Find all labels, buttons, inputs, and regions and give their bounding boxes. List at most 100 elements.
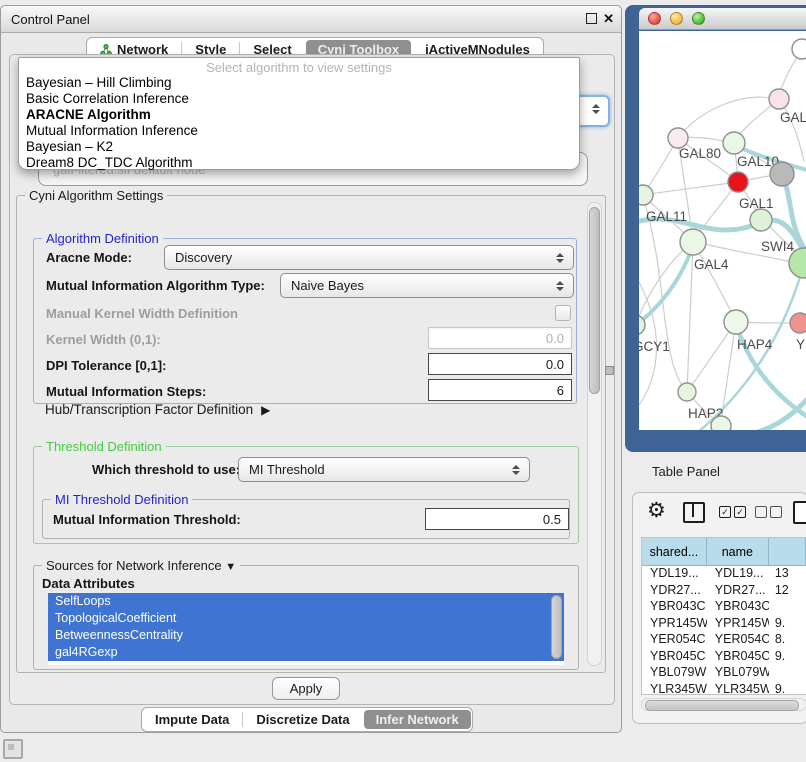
sources-title[interactable]: Sources for Network Inference ▼: [42, 558, 240, 573]
mac-close-icon[interactable]: [648, 12, 661, 25]
network-node-gal1[interactable]: [728, 172, 748, 192]
aracne-mode-combo[interactable]: Discovery: [164, 245, 574, 270]
algorithm-option[interactable]: Dream8 DC_TDC Algorithm: [19, 155, 579, 171]
mac-minimize-icon[interactable]: [670, 12, 683, 25]
table-cell: YDR27...: [707, 583, 769, 600]
algorithm-option[interactable]: ARACNE Algorithm: [19, 107, 579, 123]
network-node-gal11[interactable]: [639, 185, 653, 205]
hub-definition-toggle[interactable]: Hub/Transcription Factor Definition ▶: [45, 402, 270, 417]
new-table-icon[interactable]: [793, 501, 806, 524]
network-node-gal[interactable]: [769, 89, 789, 109]
mi-steps-field[interactable]: 6: [428, 379, 572, 401]
network-node-gal4[interactable]: [680, 229, 706, 255]
mi-threshold-field[interactable]: 0.5: [425, 508, 569, 530]
list-scrollbar-thumb[interactable]: [551, 595, 562, 659]
deselect-all-columns-icon[interactable]: [755, 506, 782, 518]
data-attribute-item[interactable]: BetweennessCentrality: [48, 627, 564, 644]
table-row[interactable]: YBL079WYBL079W: [642, 665, 806, 682]
network-canvas[interactable]: GALGAL80GAL10GAL1GAL11SWI4GAL4GCY1HAP4YH…: [639, 31, 806, 430]
apply-button-label: Apply: [290, 681, 323, 696]
table-hscrollbar-track[interactable]: [641, 698, 806, 711]
aracne-mode-value: Discovery: [175, 250, 232, 265]
table-hscrollbar-thumb[interactable]: [645, 700, 799, 711]
table-row[interactable]: YBR043CYBR043C: [642, 599, 806, 616]
mi-algorithm-type-label: Mutual Information Algorithm Type:: [46, 278, 265, 293]
table-cell: [769, 665, 806, 682]
table-row[interactable]: YDL19...YDL19...13: [642, 566, 806, 583]
manual-kernel-width-checkbox[interactable]: [555, 305, 571, 321]
which-threshold-value: MI Threshold: [249, 462, 325, 477]
dpi-tolerance-field[interactable]: 0.0: [428, 353, 572, 375]
table-cell: 8.: [769, 632, 806, 649]
table-cell: YDL19...: [707, 566, 769, 583]
network-node-gal80[interactable]: [668, 128, 688, 148]
table-cell: YPR145W: [707, 616, 769, 633]
data-attribute-item[interactable]: SelfLoops: [48, 593, 564, 610]
split-columns-icon[interactable]: [683, 502, 705, 523]
splitter-handle-icon[interactable]: [605, 366, 614, 375]
table-panel-window: ⚙ ✓ ✓ shared...name YDL19...YDL19...13YD…: [632, 492, 806, 724]
cyni-algorithm-settings-group: Cyni Algorithm Settings Algorithm Defini…: [16, 195, 606, 673]
network-node-gal10[interactable]: [723, 132, 745, 154]
table-column-header[interactable]: [769, 538, 806, 565]
table-row[interactable]: YPR145WYPR145W9.: [642, 616, 806, 633]
network-edge: [643, 182, 738, 195]
network-window-titlebar[interactable]: [639, 8, 806, 30]
tab-impute-data[interactable]: Impute Data: [143, 710, 241, 729]
mi-algorithm-type-combo[interactable]: Naive Bayes: [280, 273, 574, 298]
table-row[interactable]: YBR045CYBR045C9.: [642, 649, 806, 666]
screen: Control Panel ✕ NetworkStyleSelectCyni T…: [0, 0, 806, 762]
table-cell: [769, 599, 806, 616]
algorithm-dropdown-list: Bayesian – Hill ClimbingBasic Correlatio…: [19, 75, 579, 171]
node-table[interactable]: shared...name YDL19...YDL19...13YDR27...…: [641, 537, 806, 695]
network-node-label: GCY1: [639, 339, 670, 354]
table-row[interactable]: YDR27...YDR27...12: [642, 583, 806, 600]
network-node-label: GAL4: [694, 257, 729, 272]
data-attribute-item[interactable]: TopologicalCoefficient: [48, 610, 564, 627]
table-column-header[interactable]: name: [707, 538, 769, 565]
network-node[interactable]: [770, 162, 794, 186]
mi-threshold-value: 0.5: [543, 512, 561, 527]
settings-scrollbar-thumb[interactable]: [589, 207, 600, 394]
kernel-width-field[interactable]: 0.0: [428, 327, 572, 349]
network-node-hap4[interactable]: [724, 310, 748, 334]
cyni-algorithm-settings-title: Cyni Algorithm Settings: [25, 188, 167, 203]
table-cell: 12: [769, 583, 806, 600]
which-threshold-label: Which threshold to use:: [92, 462, 240, 477]
kernel-width-label: Kernel Width (0,1):: [46, 332, 161, 347]
threshold-definition-group: Threshold Definition Which threshold to …: [33, 446, 579, 544]
network-node-label: GAL11: [646, 209, 687, 224]
float-window-icon[interactable]: [586, 13, 597, 24]
gear-icon[interactable]: ⚙: [647, 498, 666, 523]
table-cell: YPR145W: [642, 616, 707, 633]
tab-discretize-data[interactable]: Discretize Data: [244, 710, 361, 729]
network-node[interactable]: [792, 39, 806, 59]
network-edge: [687, 241, 693, 392]
network-node-y[interactable]: [790, 313, 806, 333]
network-node-hap2[interactable]: [678, 383, 696, 401]
sources-group: Sources for Network Inference ▼ Data Att…: [33, 565, 579, 670]
tab-separator: [242, 712, 243, 727]
apply-button[interactable]: Apply: [272, 677, 340, 700]
mac-zoom-icon[interactable]: [692, 12, 705, 25]
network-node-label: HAP4: [737, 337, 773, 352]
select-all-columns-icon[interactable]: ✓ ✓: [719, 506, 746, 518]
settings-scrollbar-track[interactable]: [587, 202, 602, 666]
data-attribute-item[interactable]: gal4RGexp: [48, 644, 564, 661]
data-attributes-list[interactable]: SelfLoopsTopologicalCoefficientBetweenne…: [48, 593, 564, 665]
algorithm-option[interactable]: Bayesian – Hill Climbing: [19, 75, 579, 91]
network-node[interactable]: [711, 416, 731, 430]
algorithm-option[interactable]: Basic Correlation Inference: [19, 91, 579, 107]
table-column-header[interactable]: shared...: [642, 538, 707, 565]
algorithm-option[interactable]: Bayesian – K2: [19, 139, 579, 155]
dock-panel-icon[interactable]: [3, 739, 23, 759]
algorithm-option[interactable]: Mutual Information Inference: [19, 123, 579, 139]
hub-definition-label: Hub/Transcription Factor Definition: [45, 402, 253, 417]
table-row[interactable]: YER054CYER054C8.: [642, 632, 806, 649]
table-row[interactable]: YLR345WYLR345W9.: [642, 682, 806, 696]
network-node-swi4[interactable]: [750, 209, 772, 231]
which-threshold-combo[interactable]: MI Threshold: [238, 457, 530, 482]
tab-infer-network[interactable]: Infer Network: [364, 710, 471, 729]
network-edge: [639, 241, 693, 325]
close-icon[interactable]: ✕: [603, 11, 614, 27]
